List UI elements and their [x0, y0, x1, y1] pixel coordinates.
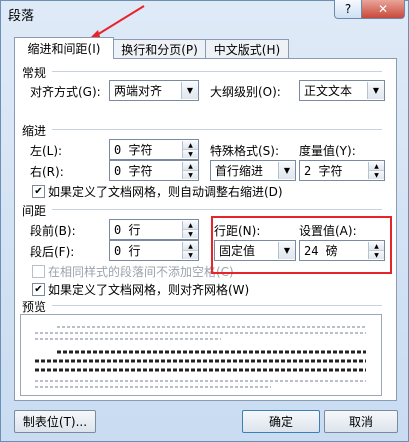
- tab-line-page-breaks[interactable]: 换行和分页(P): [112, 39, 207, 58]
- space-before-label: 段前(B):: [30, 224, 76, 238]
- auto-right-indent-label: 如果定义了文档网格，则自动调整右缩进(D): [48, 185, 283, 199]
- spacing-heading: 间距: [22, 204, 47, 218]
- space-before-spinner[interactable]: 0 行 ▲ ▼: [109, 219, 199, 240]
- highlight-box: [211, 216, 392, 274]
- space-after-spinner[interactable]: 0 行 ▲ ▼: [109, 240, 199, 261]
- ok-button[interactable]: 确定: [242, 410, 320, 433]
- tab-asian-typography[interactable]: 中文版式(H): [205, 39, 289, 58]
- special-indent-select[interactable]: 首行缩进 ▼: [210, 160, 296, 181]
- general-divider: [52, 71, 382, 72]
- outline-level-select[interactable]: 正文文本 ▼: [299, 80, 385, 101]
- spin-up-icon[interactable]: ▲: [183, 242, 198, 250]
- chevron-down-icon: ▼: [367, 82, 384, 99]
- auto-right-indent-checkbox[interactable]: ✔: [32, 185, 45, 198]
- left-indent-spinner[interactable]: 0 字符 ▲ ▼: [109, 139, 199, 160]
- spin-up-icon[interactable]: ▲: [183, 221, 198, 229]
- special-indent-label: 特殊格式(S):: [210, 144, 280, 158]
- chevron-down-icon: ▼: [181, 82, 198, 99]
- alignment-label: 对齐方式(G):: [30, 85, 101, 99]
- tabs-button[interactable]: 制表位(T)...: [14, 410, 96, 433]
- left-indent-label: 左(L):: [30, 144, 63, 158]
- measure-label: 度量值(Y):: [299, 144, 356, 158]
- snap-to-grid-checkbox[interactable]: ✔: [32, 283, 45, 296]
- spin-down-icon[interactable]: ▼: [183, 229, 198, 238]
- preview-divider: [52, 305, 382, 306]
- same-style-spacing-checkbox[interactable]: [32, 265, 45, 278]
- alignment-select[interactable]: 两端对齐 ▼: [109, 80, 199, 101]
- tab-indent-spacing[interactable]: 缩进和间距(I): [14, 37, 114, 59]
- space-after-value: 0 行: [114, 244, 141, 258]
- close-button[interactable]: ✕: [361, 0, 405, 19]
- cancel-button[interactable]: 取消: [324, 410, 398, 433]
- spin-down-icon[interactable]: ▼: [183, 250, 198, 259]
- title-bar[interactable]: 段落 ? ✕: [0, 0, 407, 26]
- left-indent-value: 0 字符: [114, 143, 153, 157]
- spin-up-icon[interactable]: ▲: [183, 162, 198, 170]
- spacing-divider: [52, 209, 382, 210]
- general-heading: 常规: [22, 66, 47, 80]
- spin-down-icon[interactable]: ▼: [183, 149, 198, 158]
- chevron-down-icon: ▼: [278, 162, 295, 179]
- preview-pane: [20, 314, 382, 396]
- outline-level-label: 大纲级别(O):: [210, 85, 281, 99]
- indent-heading: 缩进: [22, 124, 47, 138]
- right-indent-value: 0 字符: [114, 164, 153, 178]
- preview-text-lines: [35, 326, 366, 388]
- right-indent-label: 右(R):: [30, 165, 64, 179]
- outline-level-value: 正文文本: [304, 84, 353, 98]
- space-after-label: 段后(F):: [30, 245, 75, 259]
- space-before-value: 0 行: [114, 223, 141, 237]
- help-button[interactable]: ?: [334, 0, 362, 19]
- spin-down-icon[interactable]: ▼: [183, 170, 198, 179]
- right-indent-spinner[interactable]: 0 字符 ▲ ▼: [109, 160, 199, 181]
- snap-to-grid-label: 如果定义了文档网格，则对齐网格(W): [48, 283, 250, 297]
- spin-down-icon[interactable]: ▼: [369, 170, 384, 179]
- special-indent-value: 首行缩进: [215, 164, 264, 178]
- measure-spinner[interactable]: 2 字符 ▲ ▼: [299, 160, 385, 181]
- spin-up-icon[interactable]: ▲: [369, 162, 384, 170]
- measure-value: 2 字符: [304, 164, 343, 178]
- alignment-value: 两端对齐: [114, 84, 163, 98]
- spin-up-icon[interactable]: ▲: [183, 141, 198, 149]
- preview-heading: 预览: [22, 300, 47, 314]
- dialog-title: 段落: [8, 9, 35, 24]
- same-style-spacing-label: 在相同样式的段落间不添加空格(C): [48, 265, 234, 279]
- indent-divider: [52, 129, 382, 130]
